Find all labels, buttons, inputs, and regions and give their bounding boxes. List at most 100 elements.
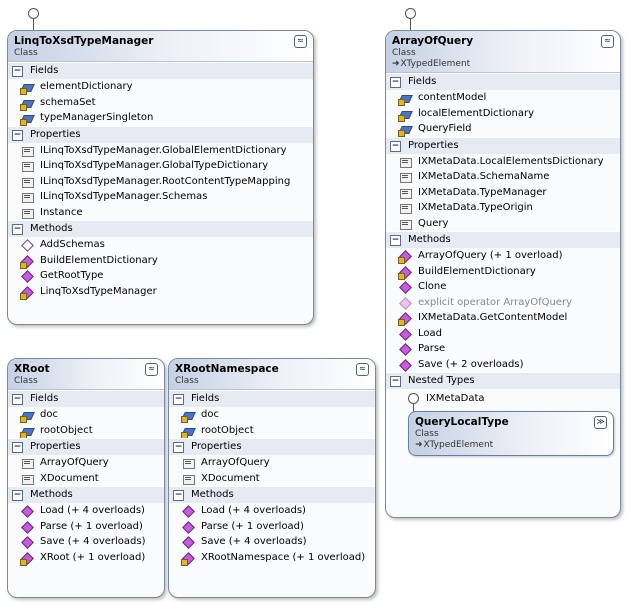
method-item[interactable]: IXMetaData.GetContentModel xyxy=(386,310,620,326)
property-item[interactable]: XDocument xyxy=(8,471,164,487)
collapse-icon[interactable]: ≈ xyxy=(145,363,158,376)
method-item[interactable]: LinqToXsdTypeManager xyxy=(8,284,313,300)
class-name: ArrayOfQuery xyxy=(392,35,474,47)
field-item[interactable]: doc xyxy=(169,407,375,423)
field-item[interactable]: doc xyxy=(8,407,164,423)
method-icon xyxy=(22,537,34,547)
private-field-icon xyxy=(20,410,34,423)
property-item[interactable]: ILinqToXsdTypeManager.GlobalElementDicti… xyxy=(8,143,313,159)
section-fields[interactable]: − Fields xyxy=(8,390,164,407)
minus-icon[interactable]: − xyxy=(12,224,23,235)
minus-icon[interactable]: − xyxy=(12,442,23,453)
section-label: Methods xyxy=(191,489,234,500)
member-label: ILinqToXsdTypeManager.RootContentTypeMap… xyxy=(40,175,291,187)
method-item[interactable]: Parse (+ 1 overload) xyxy=(169,519,375,535)
property-icon xyxy=(400,203,412,214)
property-item[interactable]: XDocument xyxy=(169,471,375,487)
expand-icon[interactable]: ≫ xyxy=(594,416,607,429)
property-item[interactable]: ILinqToXsdTypeManager.Schemas xyxy=(8,189,313,205)
method-item[interactable]: Load (+ 4 overloads) xyxy=(8,503,164,519)
section-methods[interactable]: − Methods xyxy=(8,486,164,503)
property-item[interactable]: IXMetaData.TypeManager xyxy=(386,185,620,201)
section-fields[interactable]: − Fields xyxy=(169,390,375,407)
class-linqtoxsdtypemanager[interactable]: LinqToXsdTypeManager Class ≈ − Fields ele… xyxy=(7,30,314,325)
section-properties[interactable]: − Properties xyxy=(8,438,164,455)
method-item[interactable]: Clone xyxy=(386,279,620,295)
method-item[interactable]: BuildElementDictionary xyxy=(386,264,620,280)
member-label: IXMetaData.TypeOrigin xyxy=(418,202,533,213)
section-fields[interactable]: − Fields xyxy=(386,73,620,90)
section-label: Fields xyxy=(191,393,220,404)
method-item[interactable]: XRootNamespace (+ 1 overload) xyxy=(169,550,375,566)
method-item[interactable]: AddSchemas xyxy=(8,237,313,253)
minus-icon[interactable]: − xyxy=(12,129,23,141)
section-properties[interactable]: − Properties xyxy=(169,438,375,455)
method-icon xyxy=(183,537,195,547)
class-header[interactable]: XRoot Class ≈ xyxy=(8,359,164,390)
section-methods[interactable]: − Methods xyxy=(169,486,375,503)
class-header[interactable]: XRootNamespace Class ≈ xyxy=(169,359,375,390)
property-item[interactable]: ArrayOfQuery xyxy=(8,455,164,471)
property-item[interactable]: Instance xyxy=(8,205,313,221)
class-arrayofquery[interactable]: ArrayOfQuery Class ➜XTypedElement ≈ − Fie… xyxy=(385,30,621,518)
interface-lollipop-icon xyxy=(28,8,39,19)
field-item[interactable]: QueryField xyxy=(386,121,620,137)
property-item[interactable]: IXMetaData.SchemaName xyxy=(386,169,620,185)
minus-icon[interactable]: − xyxy=(390,235,401,246)
minus-icon[interactable]: − xyxy=(12,66,23,77)
section-methods[interactable]: − Methods xyxy=(8,220,313,237)
class-header[interactable]: LinqToXsdTypeManager Class ≈ xyxy=(8,31,313,62)
collapse-icon[interactable]: ≈ xyxy=(294,35,307,48)
method-item[interactable]: Parse xyxy=(386,341,620,357)
field-item[interactable]: rootObject xyxy=(169,423,375,439)
field-item[interactable]: contentModel xyxy=(386,90,620,106)
property-item[interactable]: Query xyxy=(386,216,620,232)
member-label: IXMetaData.TypeManager xyxy=(418,186,547,198)
property-item[interactable]: IXMetaData.TypeOrigin xyxy=(386,200,620,216)
property-item[interactable]: ArrayOfQuery xyxy=(169,455,375,471)
class-xroot[interactable]: XRoot Class ≈ − Fields doc rootObject − Pr… xyxy=(7,358,165,598)
collapse-icon[interactable]: ≈ xyxy=(356,363,369,376)
class-header[interactable]: ArrayOfQuery Class ➜XTypedElement ≈ xyxy=(386,31,620,73)
property-item[interactable]: ILinqToXsdTypeManager.GlobalTypeDictiona… xyxy=(8,158,313,174)
field-item[interactable]: localElementDictionary xyxy=(386,106,620,122)
method-item[interactable]: Save (+ 4 overloads) xyxy=(8,534,164,550)
minus-icon[interactable]: − xyxy=(173,394,184,405)
property-item[interactable]: IXMetaData.LocalElementsDictionary xyxy=(386,154,620,170)
method-item[interactable]: explicit operator ArrayOfQuery xyxy=(386,295,620,311)
minus-icon[interactable]: − xyxy=(390,140,401,152)
minus-icon[interactable]: − xyxy=(12,394,23,405)
minus-icon[interactable]: − xyxy=(390,77,401,88)
member-label: ArrayOfQuery (+ 1 overload) xyxy=(418,250,563,261)
property-icon xyxy=(400,188,412,199)
section-properties[interactable]: − Properties xyxy=(8,125,313,143)
method-item[interactable]: Save (+ 2 overloads) xyxy=(386,357,620,373)
minus-icon[interactable]: − xyxy=(390,376,401,387)
field-item[interactable]: rootObject xyxy=(8,423,164,439)
property-item[interactable]: ILinqToXsdTypeManager.RootContentTypeMap… xyxy=(8,174,313,190)
minus-icon[interactable]: − xyxy=(173,442,184,453)
method-item[interactable]: Parse (+ 1 overload) xyxy=(8,519,164,535)
method-item[interactable]: BuildElementDictionary xyxy=(8,253,313,269)
collapse-icon[interactable]: ≈ xyxy=(601,35,614,48)
method-item[interactable]: XRoot (+ 1 overload) xyxy=(8,550,164,566)
section-label: Fields xyxy=(30,65,59,76)
method-item[interactable]: Load (+ 4 overloads) xyxy=(169,503,375,519)
field-item[interactable]: elementDictionary xyxy=(8,79,313,95)
section-methods[interactable]: − Methods xyxy=(386,231,620,248)
method-item[interactable]: ArrayOfQuery (+ 1 overload) xyxy=(386,248,620,264)
section-fields[interactable]: − Fields xyxy=(8,62,313,79)
field-item[interactable]: schemaSet xyxy=(8,95,313,111)
method-item[interactable]: GetRootType xyxy=(8,268,313,284)
minus-icon[interactable]: − xyxy=(173,490,184,501)
class-xrootnamespace[interactable]: XRootNamespace Class ≈ − Fields doc rootO… xyxy=(168,358,376,598)
method-item[interactable]: Load xyxy=(386,326,620,342)
minus-icon[interactable]: − xyxy=(12,490,23,501)
member-label: Save (+ 2 overloads) xyxy=(418,358,524,370)
section-properties[interactable]: − Properties xyxy=(386,136,620,154)
section-label: Fields xyxy=(408,76,437,87)
nested-class-querylocaltype[interactable]: QueryLocalType Class ➜XTypedElement ≫ xyxy=(408,411,614,456)
section-nested-types[interactable]: − Nested Types xyxy=(386,372,620,389)
method-item[interactable]: Save (+ 4 overloads) xyxy=(169,534,375,550)
field-item[interactable]: typeManagerSingleton xyxy=(8,110,313,126)
